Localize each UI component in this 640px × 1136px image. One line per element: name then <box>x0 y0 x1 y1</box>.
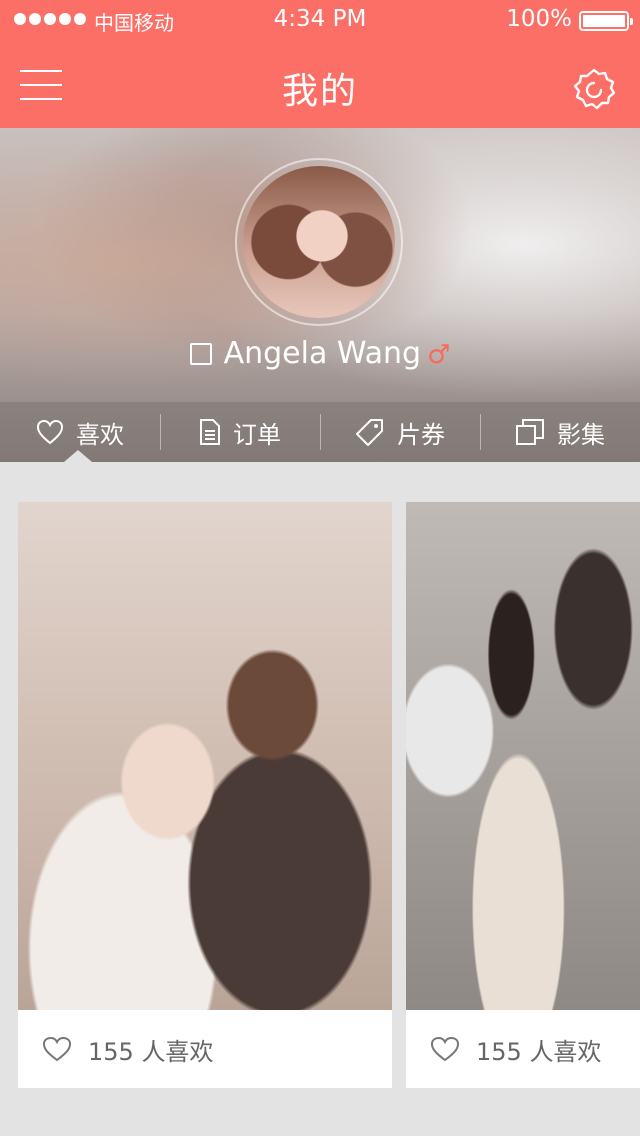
heart-icon[interactable] <box>430 1036 460 1062</box>
heart-icon <box>36 419 64 445</box>
profile-name: Angela Wang <box>223 336 422 371</box>
photo-card[interactable]: 155 人喜欢 <box>406 502 640 1088</box>
profile-name-row: Angela Wang ♂ <box>0 336 640 371</box>
avatar[interactable] <box>243 166 395 318</box>
header: 中国移动 4:34 PM 100% 我的 <box>0 0 640 128</box>
tag-icon <box>356 419 383 446</box>
likes-row: 155 人喜欢 <box>18 1010 392 1088</box>
page-title: 我的 <box>281 71 358 112</box>
battery-percent: 100% <box>506 6 572 32</box>
status-bar: 中国移动 4:34 PM 100% <box>0 0 640 40</box>
heart-icon[interactable] <box>42 1036 72 1062</box>
document-icon <box>200 419 220 445</box>
avatar-frame[interactable] <box>235 158 403 326</box>
likes-count: 155 人喜欢 <box>476 1037 602 1066</box>
nav-bar: 我的 <box>0 40 640 128</box>
tab-albums[interactable]: 影集 <box>480 402 640 462</box>
gender-male-icon: ♂ <box>427 340 451 370</box>
profile-header: Angela Wang ♂ 喜欢 订单 片券 影集 <box>0 128 640 462</box>
likes-row: 155 人喜欢 <box>406 1010 640 1088</box>
wedding-photo[interactable] <box>18 502 392 1010</box>
profile-tabs: 喜欢 订单 片券 影集 <box>0 402 640 462</box>
tab-label: 订单 <box>233 420 281 449</box>
tab-coupons[interactable]: 片券 <box>320 402 480 462</box>
photo-card[interactable]: 155 人喜欢 <box>18 502 392 1088</box>
gear-icon[interactable] <box>570 66 618 114</box>
likes-count: 155 人喜欢 <box>88 1037 214 1066</box>
album-icon <box>516 419 544 445</box>
tab-label: 喜欢 <box>76 420 124 449</box>
tab-label: 片券 <box>397 420 445 449</box>
tab-label: 影集 <box>557 420 605 449</box>
edit-icon[interactable] <box>189 343 212 365</box>
tab-orders[interactable]: 订单 <box>160 402 320 462</box>
battery-icon <box>579 11 633 31</box>
active-tab-indicator <box>64 450 92 462</box>
wedding-photo[interactable] <box>406 502 640 1010</box>
